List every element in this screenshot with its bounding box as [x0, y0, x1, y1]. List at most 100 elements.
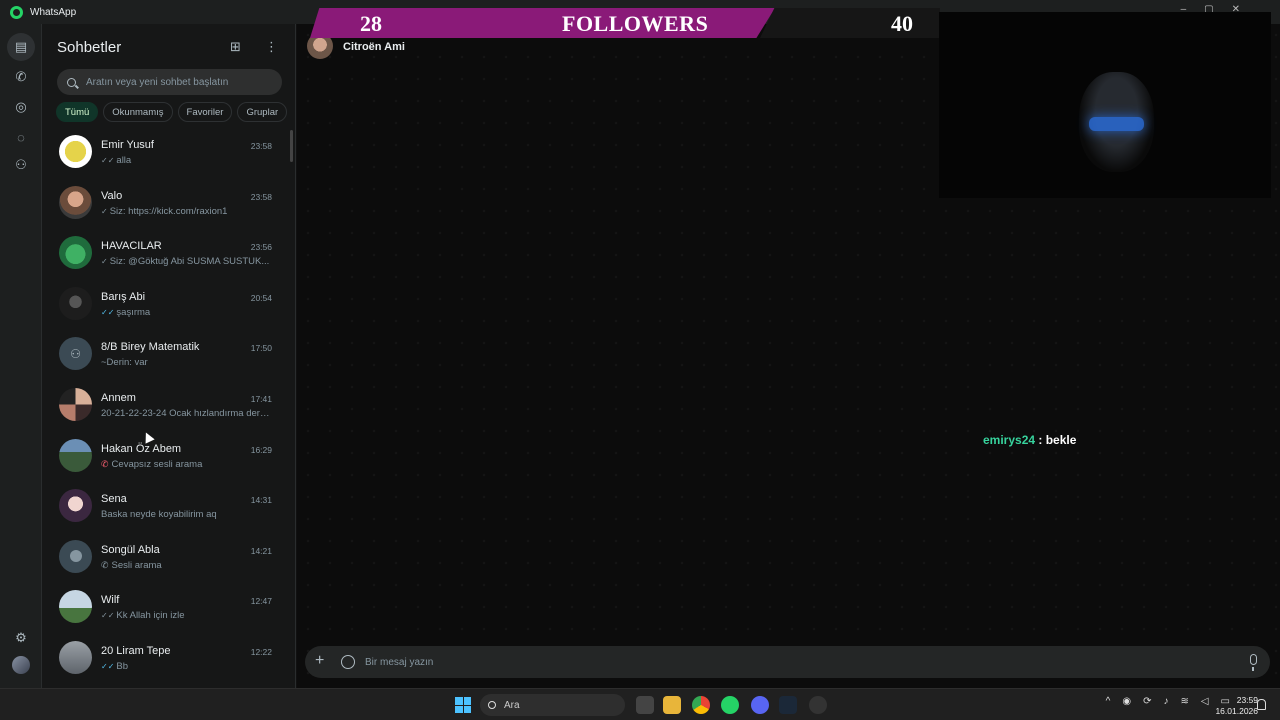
- chat-time: 12:22: [250, 646, 272, 657]
- task-view-icon[interactable]: [636, 696, 654, 714]
- message-input[interactable]: [365, 654, 1225, 670]
- chat-name: Valo: [101, 189, 123, 202]
- check-icon: ✓: [101, 257, 108, 267]
- mic-tray-icon[interactable]: ♪: [1163, 696, 1168, 707]
- chat-item[interactable]: HAVACILAR 23:56 ✓ Siz: @Göktuğ Abi SUSMA …: [42, 228, 292, 279]
- emoji-icon[interactable]: [341, 655, 355, 669]
- avatar: [59, 539, 92, 573]
- chat-item[interactable]: Songül Abla 14:21 ✆ Sesli arama: [42, 532, 292, 583]
- search-icon: [67, 77, 76, 87]
- double-check-icon: ✓✓: [101, 661, 115, 671]
- followers-current: 28: [360, 11, 382, 36]
- filter-all[interactable]: Tümü: [56, 102, 99, 122]
- tray-app-icon[interactable]: ◉: [1122, 696, 1131, 707]
- chat-preview: şaşırma: [116, 306, 151, 318]
- chat-time: 14:21: [250, 545, 272, 556]
- window-title: WhatsApp: [30, 6, 77, 18]
- filter-unread[interactable]: Okunmamış: [103, 102, 173, 122]
- status-icon[interactable]: ◎: [11, 97, 31, 117]
- sync-icon[interactable]: ⟳: [1143, 696, 1151, 707]
- profile-avatar[interactable]: [12, 656, 30, 674]
- chat-list-panel: Sohbetler ⊞ ⋮ Tümü Okunmamış Favoriler G…: [42, 24, 296, 688]
- chat-time: 20:54: [250, 292, 272, 303]
- chat-preview: Cevapsız sesli arama: [111, 458, 203, 470]
- chats-icon[interactable]: ▤: [7, 33, 35, 61]
- webcam-overlay: [939, 12, 1271, 198]
- file-explorer-icon[interactable]: [663, 696, 681, 714]
- chat-name: 20 Liram Tepe: [101, 644, 171, 657]
- taskbar-search-label: Ara: [504, 699, 520, 711]
- chat-preview: Baska neyde koyabilirim aq: [101, 509, 217, 521]
- settings-icon[interactable]: ⚙: [11, 628, 31, 648]
- obs-icon[interactable]: [809, 696, 827, 714]
- taskbar: Ara ^ ◉ ⟳ ♪ ≋ ◁ ▭ 23:59 16.01.2026: [0, 688, 1280, 720]
- chat-name: Wilf: [101, 594, 120, 607]
- panel-title: Sohbetler: [57, 39, 122, 56]
- filter-groups[interactable]: Gruplar: [237, 102, 288, 122]
- communities-icon[interactable]: ⚇: [11, 155, 31, 175]
- chat-name: 8/B Birey Matematik: [101, 341, 200, 354]
- attach-icon[interactable]: +: [315, 652, 324, 670]
- call-icon: ✆: [101, 559, 109, 570]
- group-icon: ⚇: [70, 346, 81, 361]
- chrome-icon[interactable]: [692, 696, 710, 714]
- avatar: [59, 489, 92, 523]
- clock-time: 23:59: [1236, 695, 1258, 705]
- chat-list-scrollbar[interactable]: [290, 130, 293, 162]
- menu-icon[interactable]: ⋮: [265, 39, 278, 55]
- chat-name: HAVACILAR: [101, 240, 162, 253]
- channels-icon[interactable]: ◌: [11, 127, 31, 147]
- chat-item[interactable]: Annem 17:41 20-21-22-23-24 Ocak hızlandı…: [42, 380, 292, 431]
- chat-time: 16:29: [250, 444, 272, 455]
- check-icon: ✓: [101, 206, 108, 216]
- filter-favorites[interactable]: Favoriler: [177, 102, 233, 122]
- chat-item[interactable]: Emir Yusuf 23:58 ✓✓ alla: [42, 127, 292, 178]
- chat-item[interactable]: Wilf 12:47 ✓✓ Kk Allah için izle: [42, 582, 292, 633]
- search-input[interactable]: [86, 76, 266, 88]
- double-check-icon: ✓✓: [101, 307, 115, 317]
- microphone-icon[interactable]: [1250, 654, 1257, 671]
- taskbar-clock[interactable]: 23:59 16.01.2026: [1208, 695, 1258, 717]
- whatsapp-taskbar-icon[interactable]: [721, 696, 739, 714]
- calls-icon[interactable]: ✆: [11, 67, 31, 87]
- chat-item[interactable]: Barış Abi 20:54 ✓✓ şaşırma: [42, 279, 292, 330]
- windows-start-icon[interactable]: [455, 697, 471, 713]
- discord-icon[interactable]: [751, 696, 769, 714]
- chat-name: Songül Abla: [101, 543, 160, 556]
- new-chat-icon[interactable]: ⊞: [230, 39, 241, 55]
- avatar: [59, 286, 92, 320]
- clock-date: 16.01.2026: [1215, 706, 1258, 716]
- chat-preview: Siz: https://kick.com/raxion1: [109, 205, 228, 217]
- message-composer: +: [305, 646, 1270, 678]
- avatar: [59, 640, 92, 674]
- wifi-icon[interactable]: ≋: [1180, 696, 1188, 707]
- followers-label: FOLLOWERS: [562, 11, 709, 36]
- chat-item[interactable]: 20 Liram Tepe 12:22 ✓✓ Bb: [42, 633, 292, 684]
- avatar: [59, 185, 92, 219]
- double-check-icon: ✓✓: [101, 156, 115, 165]
- avatar: [59, 438, 92, 472]
- contact-name[interactable]: Citroën Ami: [343, 41, 405, 53]
- chat-item[interactable]: Sena 14:31 Baska neyde koyabilirim aq: [42, 481, 292, 532]
- notification-icon[interactable]: [1257, 699, 1266, 710]
- stream-chat-message: emirys24 : bekle: [983, 433, 1076, 447]
- avatar: [59, 236, 92, 270]
- stream-chat-text: bekle: [1045, 433, 1077, 447]
- chat-name: Sena: [101, 493, 127, 506]
- taskbar-search[interactable]: Ara: [480, 694, 625, 716]
- chat-time: 17:41: [250, 393, 272, 404]
- chat-name: Barış Abi: [101, 290, 146, 303]
- missed-call-icon: ✆: [101, 458, 109, 469]
- avatar: [59, 387, 92, 421]
- chat-preview: Sesli arama: [111, 559, 162, 571]
- steam-icon[interactable]: [779, 696, 797, 714]
- chevron-up-icon[interactable]: ^: [1106, 696, 1111, 707]
- chat-item[interactable]: Valo 23:58 ✓ Siz: https://kick.com/raxion…: [42, 178, 292, 229]
- chat-time: 23:56: [250, 242, 272, 253]
- chat-item[interactable]: ⚇ 8/B Birey Matematik 17:50 ~Derin: var: [42, 329, 292, 380]
- chat-preview: 20-21-22-23-24 Ocak hızlandırma ders ...: [101, 407, 271, 419]
- chat-item[interactable]: Hakan Öz Abem 16:29 ✆ Cevapsız sesli aram…: [42, 431, 292, 482]
- search-bar[interactable]: [57, 69, 282, 95]
- followers-goal: 40: [891, 11, 913, 36]
- chat-preview: Bb: [116, 660, 129, 672]
